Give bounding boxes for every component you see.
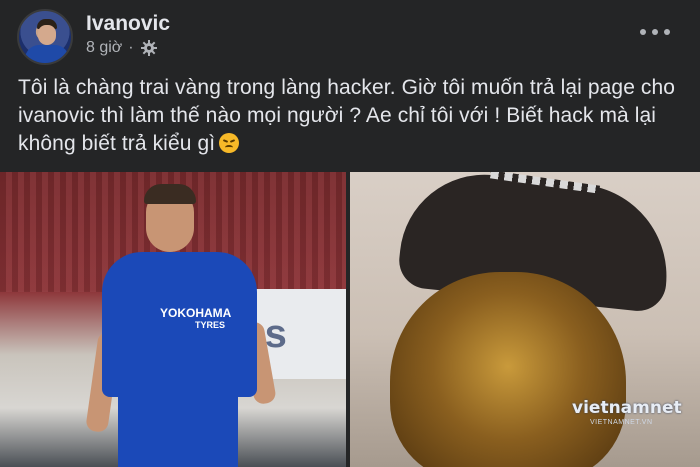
jersey-sponsor: YOKOHAMA	[160, 306, 232, 320]
player-jersey	[102, 252, 257, 397]
avatar-face	[38, 25, 56, 45]
post-time[interactable]: 8 giờ	[86, 39, 122, 57]
more-dot	[640, 29, 646, 35]
watermark-logo: vietnamnet	[572, 398, 682, 418]
more-dot	[664, 29, 670, 35]
post-meta: 8 giờ ·	[86, 39, 158, 57]
facebook-post: Ivanovic 8 giờ · Tôi là chàng trai vàng …	[0, 0, 700, 467]
post-text-container: Tôi là chàng trai vàng trong làng hacker…	[18, 74, 688, 158]
gear-icon[interactable]	[140, 39, 158, 57]
photo-golden-mask[interactable]: vietnamnet VIETNAMNET.VN	[350, 172, 700, 467]
watermark-subtext: VIETNAMNET.VN	[590, 419, 653, 426]
avatar-shirt	[25, 45, 69, 63]
author-avatar[interactable]	[17, 9, 73, 65]
photo-footballer[interactable]: fes YOKOHAMA TYRES	[0, 172, 346, 467]
author-name[interactable]: Ivanovic	[86, 12, 170, 36]
post-text: Tôi là chàng trai vàng trong làng hacker…	[18, 76, 676, 155]
post-header: Ivanovic 8 giờ ·	[0, 0, 700, 68]
player-hair	[144, 184, 196, 204]
more-options-icon[interactable]	[640, 22, 670, 42]
jersey-sponsor-sub: TYRES	[195, 320, 226, 330]
player-shorts	[118, 394, 238, 467]
post-photos: fes YOKOHAMA TYRES vietnamnet VIETNAMNET…	[0, 172, 700, 467]
meta-separator: ·	[128, 39, 134, 56]
disappointed-face-emoji	[219, 133, 240, 153]
more-dot	[652, 29, 658, 35]
golden-mask	[390, 272, 626, 467]
